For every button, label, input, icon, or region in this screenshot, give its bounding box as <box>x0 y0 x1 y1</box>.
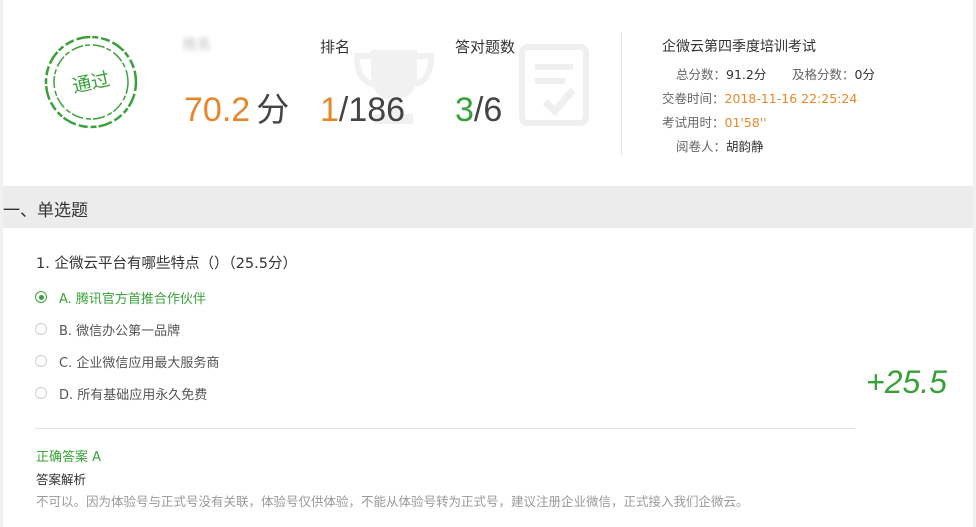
pass-stamp-icon: 通过 <box>44 35 138 129</box>
radio-icon[interactable] <box>35 387 47 399</box>
exam-result-page: 通过 姓名 70.2 分 排名 1/186 答对题数 3/6 企微云第四季度培训考… <box>3 0 973 527</box>
option-label: C. 企业微信应用最大服务商 <box>59 355 220 371</box>
correct-count-display: 3/6 <box>455 86 502 134</box>
option-b[interactable]: B. 微信办公第一品牌 <box>35 320 181 339</box>
score-value: 70.2 <box>184 91 251 129</box>
reviewer-info: 阅卷人：胡韵静 <box>676 136 764 155</box>
duration-label: 考试用时： <box>662 115 725 130</box>
pass-score-info: 及格分数：0分 <box>792 64 875 83</box>
rank-label: 排名 <box>320 38 351 56</box>
section-title: 一、单选题 <box>3 201 88 221</box>
pass-score-value: 0分 <box>854 67 875 82</box>
rank-total: /186 <box>338 91 406 129</box>
pass-score-label: 及格分数： <box>792 67 855 82</box>
total-score-info: 总分数：91.2分 <box>676 64 766 83</box>
exam-title: 企微云第四季度培训考试 <box>662 39 816 55</box>
total-score-label: 总分数： <box>676 67 727 82</box>
option-label: D. 所有基础应用永久免费 <box>59 387 208 403</box>
divider <box>35 428 855 429</box>
option-label: A. 腾讯官方首推合作伙伴 <box>59 291 206 307</box>
section-header <box>3 186 973 228</box>
submit-time-label: 交卷时间： <box>662 91 725 106</box>
radio-selected-icon[interactable] <box>35 291 47 303</box>
correct-count-total: /6 <box>473 91 503 129</box>
user-name: 姓名 <box>183 37 211 53</box>
radio-icon[interactable] <box>35 323 47 335</box>
duration-info: 考试用时：01'58'' <box>662 112 767 131</box>
correct-count-value: 3 <box>455 91 474 129</box>
analysis-text: 不可以。因为体验号与正式号没有关联，体验号仅供体验，不能从体验号转为正式号，建议… <box>36 494 749 509</box>
option-label: B. 微信办公第一品牌 <box>59 323 181 339</box>
rank-value: 1 <box>320 91 339 129</box>
divider <box>621 32 622 156</box>
score-gain: +25.5 <box>866 364 947 400</box>
reviewer-label: 阅卷人： <box>676 139 727 154</box>
total-score-value: 91.2分 <box>726 67 767 82</box>
radio-icon[interactable] <box>35 355 47 367</box>
correct-answer: 正确答案 A <box>36 450 102 465</box>
correct-count-label: 答对题数 <box>455 38 516 56</box>
option-c[interactable]: C. 企业微信应用最大服务商 <box>35 352 220 371</box>
analysis-label: 答案解析 <box>36 472 87 487</box>
reviewer-value: 胡韵静 <box>726 139 764 154</box>
rank-display: 1/186 <box>320 86 405 134</box>
submit-time-info: 交卷时间：2018-11-16 22:25:24 <box>662 88 857 107</box>
submit-time-value: 2018-11-16 22:25:24 <box>724 91 858 106</box>
option-d[interactable]: D. 所有基础应用永久免费 <box>35 384 208 403</box>
paper-check-icon <box>519 44 589 126</box>
score-display: 70.2 分 <box>184 86 289 134</box>
option-a[interactable]: A. 腾讯官方首推合作伙伴 <box>35 288 206 307</box>
svg-text:通过: 通过 <box>70 68 112 97</box>
score-unit: 分 <box>256 91 290 128</box>
question-text: 1. 企微云平台有哪些特点（）（25.5分） <box>36 256 297 272</box>
duration-value: 01'58'' <box>724 115 767 130</box>
